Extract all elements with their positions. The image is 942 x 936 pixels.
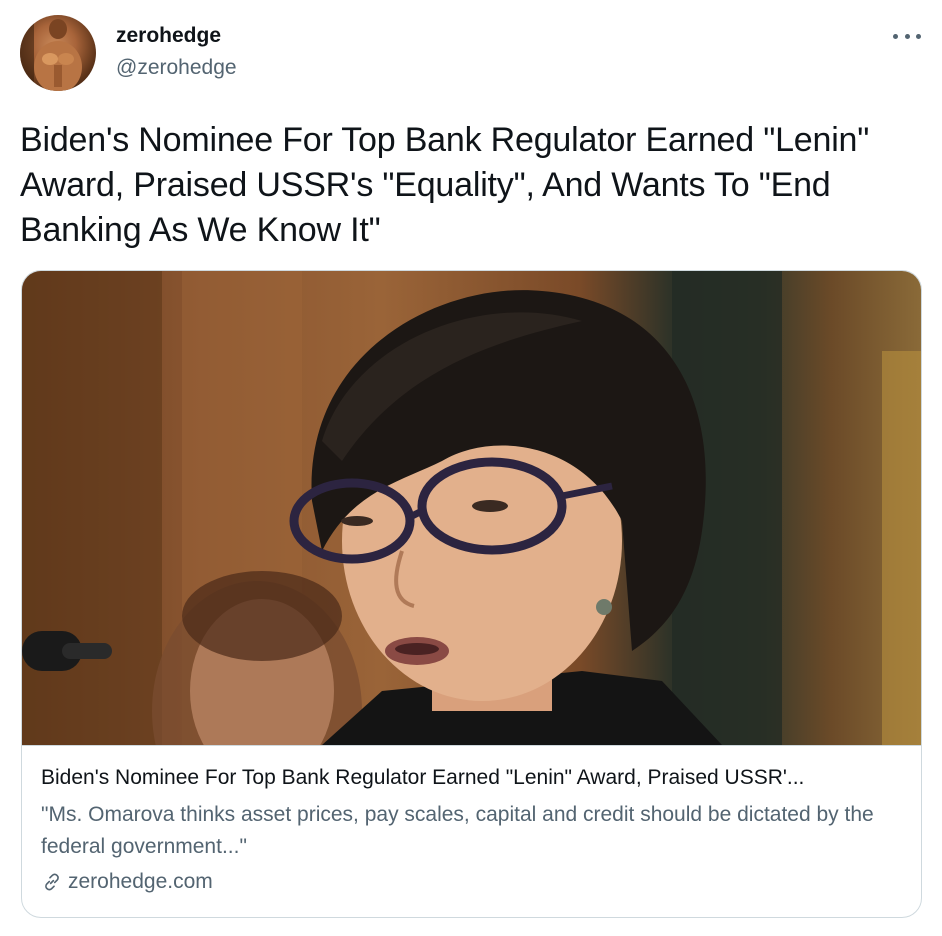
card-title[interactable]: Biden's Nominee For Top Bank Regulator E… (41, 764, 906, 791)
display-name[interactable]: zerohedge (116, 23, 221, 49)
more-icon-dot (893, 33, 898, 39)
handle[interactable]: @zerohedge (116, 55, 237, 81)
more-button[interactable] (893, 24, 921, 48)
link-icon (45, 873, 59, 891)
more-icon-dot (916, 33, 921, 39)
article-photo-icon (22, 271, 921, 745)
avatar[interactable] (20, 15, 96, 91)
card-image[interactable] (22, 271, 921, 745)
card-domain[interactable]: zerohedge.com (41, 868, 213, 896)
avatar-photo-icon (20, 15, 82, 91)
card-domain-text: zerohedge.com (68, 870, 213, 893)
tweet-text: Biden's Nominee For Top Bank Regulator E… (20, 121, 870, 249)
link-card[interactable]: Biden's Nominee For Top Bank Regulator E… (21, 270, 922, 918)
tweet: zerohedge @zerohedge Biden's Nominee For… (0, 0, 942, 936)
card-divider (22, 745, 921, 746)
card-description: "Ms. Omarova thinks asset prices, pay sc… (41, 803, 874, 858)
more-icon-dot (904, 33, 910, 39)
